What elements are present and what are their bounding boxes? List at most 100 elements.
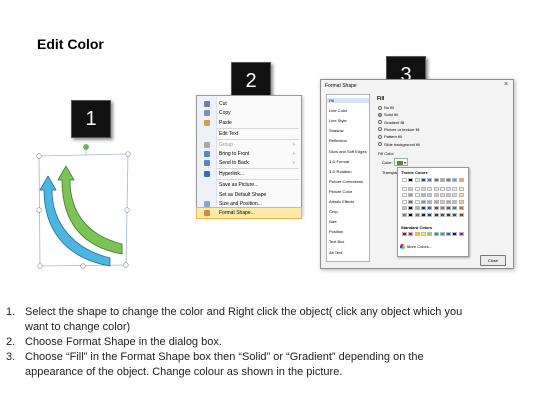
category-item[interactable]: Shadow xyxy=(329,128,343,133)
color-swatch[interactable] xyxy=(402,232,407,236)
color-swatch[interactable] xyxy=(458,186,464,191)
color-swatch[interactable] xyxy=(402,199,407,204)
color-swatch[interactable] xyxy=(446,212,452,217)
color-swatch[interactable] xyxy=(458,193,464,197)
color-swatch[interactable] xyxy=(446,199,452,204)
color-swatch[interactable] xyxy=(408,206,414,210)
color-swatch[interactable] xyxy=(402,206,407,210)
resize-handle[interactable] xyxy=(36,153,42,159)
menu-item[interactable]: Hyperlink... xyxy=(197,169,301,179)
color-swatch[interactable] xyxy=(446,193,452,197)
color-swatch[interactable] xyxy=(446,178,452,182)
color-swatch[interactable] xyxy=(433,206,439,210)
resize-handle[interactable] xyxy=(124,207,130,213)
color-swatch[interactable] xyxy=(439,193,445,197)
color-swatch[interactable] xyxy=(427,206,433,210)
color-swatch[interactable] xyxy=(439,178,445,182)
color-swatch[interactable] xyxy=(427,232,433,236)
color-swatch[interactable] xyxy=(439,232,445,236)
color-swatch[interactable] xyxy=(420,206,426,210)
color-swatch[interactable] xyxy=(414,232,420,236)
category-item[interactable]: Picture Color xyxy=(329,189,352,194)
resize-handle[interactable] xyxy=(125,151,131,157)
color-swatch[interactable] xyxy=(446,186,452,191)
menu-item[interactable]: Edit Text xyxy=(197,129,301,139)
fill-option-radio[interactable]: Picture or texture fill xyxy=(378,127,419,132)
color-swatch[interactable] xyxy=(458,212,464,217)
color-swatch[interactable] xyxy=(414,212,420,217)
color-swatch[interactable] xyxy=(414,193,420,197)
color-swatch[interactable] xyxy=(408,178,414,182)
color-swatch[interactable] xyxy=(433,199,439,204)
resize-handle[interactable] xyxy=(123,262,129,268)
category-item[interactable]: Artistic Effects xyxy=(329,199,354,204)
more-colors-item[interactable]: More Colors... xyxy=(400,243,466,250)
category-item[interactable]: Glow and Soft Edges xyxy=(329,149,367,154)
category-item[interactable]: Picture Corrections xyxy=(329,179,363,184)
color-swatch[interactable] xyxy=(408,193,414,197)
category-item[interactable]: 3-D Format xyxy=(329,159,349,164)
color-swatch[interactable] xyxy=(439,212,445,217)
color-swatch[interactable] xyxy=(408,212,414,217)
category-item[interactable]: 3-D Rotation xyxy=(329,169,351,174)
category-item[interactable]: Line Style xyxy=(329,118,347,123)
resize-handle[interactable] xyxy=(80,263,86,269)
category-item[interactable]: Alt Text xyxy=(329,250,342,255)
category-item[interactable]: Fill xyxy=(327,98,369,103)
color-swatch[interactable] xyxy=(420,232,426,236)
category-item[interactable]: Crop xyxy=(329,209,338,214)
color-swatch[interactable] xyxy=(420,193,426,197)
color-swatch[interactable] xyxy=(439,186,445,191)
color-swatch[interactable] xyxy=(452,199,458,204)
fill-option-radio[interactable]: Solid fill xyxy=(378,112,398,117)
color-swatch[interactable] xyxy=(458,206,464,210)
color-picker-button[interactable]: ▾ xyxy=(394,158,408,166)
color-swatch[interactable] xyxy=(452,232,458,236)
color-swatch[interactable] xyxy=(458,199,464,204)
color-swatch[interactable] xyxy=(420,212,426,217)
color-swatch[interactable] xyxy=(408,186,414,191)
color-swatch[interactable] xyxy=(420,186,426,191)
color-swatch[interactable] xyxy=(452,193,458,197)
color-swatch[interactable] xyxy=(408,199,414,204)
color-swatch[interactable] xyxy=(414,206,420,210)
color-swatch[interactable] xyxy=(452,212,458,217)
color-swatch[interactable] xyxy=(402,178,407,182)
resize-handle[interactable] xyxy=(36,207,42,213)
color-swatch[interactable] xyxy=(446,232,452,236)
arrow-shape-illustration[interactable] xyxy=(30,140,140,275)
color-swatch[interactable] xyxy=(433,232,439,236)
fill-option-radio[interactable]: Pattern fill xyxy=(378,134,402,139)
color-swatch[interactable] xyxy=(420,178,426,182)
close-button[interactable]: Close xyxy=(480,255,506,266)
resize-handle[interactable] xyxy=(37,263,43,269)
color-swatch[interactable] xyxy=(427,199,433,204)
color-swatch[interactable] xyxy=(420,199,426,204)
color-swatch[interactable] xyxy=(427,193,433,197)
category-item[interactable]: Line Color xyxy=(329,108,347,113)
category-item[interactable]: Reflection xyxy=(329,138,347,143)
color-swatch[interactable] xyxy=(408,232,414,236)
menu-item[interactable]: Format Shape... xyxy=(196,207,302,220)
color-swatch[interactable] xyxy=(439,199,445,204)
color-swatch[interactable] xyxy=(433,178,439,182)
color-swatch[interactable] xyxy=(458,232,464,236)
menu-item[interactable]: Paste xyxy=(197,118,301,128)
color-swatch[interactable] xyxy=(446,206,452,210)
category-item[interactable]: Size xyxy=(329,219,337,224)
color-swatch[interactable] xyxy=(452,206,458,210)
category-item[interactable]: Position xyxy=(329,229,343,234)
color-swatch[interactable] xyxy=(402,212,407,217)
color-swatch[interactable] xyxy=(439,206,445,210)
color-swatch[interactable] xyxy=(458,178,464,182)
color-swatch[interactable] xyxy=(414,199,420,204)
fill-option-radio[interactable]: Slide background fill xyxy=(378,142,420,147)
fill-option-radio[interactable]: Gradient fill xyxy=(378,120,404,125)
color-swatch[interactable] xyxy=(433,193,439,197)
color-swatch[interactable] xyxy=(433,186,439,191)
close-icon[interactable]: × xyxy=(502,81,510,88)
color-swatch[interactable] xyxy=(452,186,458,191)
color-swatch[interactable] xyxy=(402,186,407,191)
menu-item[interactable]: Send to Back › xyxy=(197,158,301,168)
fill-option-radio[interactable]: No fill xyxy=(378,105,394,110)
